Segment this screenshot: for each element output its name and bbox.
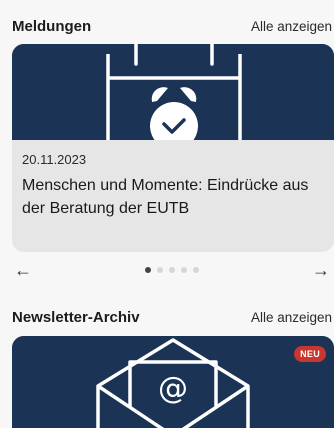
svg-text:@: @ [158,371,188,406]
newsletter-title: Newsletter-Archiv [12,308,140,326]
meldungen-show-all-link[interactable]: Alle anzeigen [251,19,332,34]
newsletter-show-all-link[interactable]: Alle anzeigen [251,310,332,325]
pager-dot[interactable] [193,267,199,273]
meldungen-card-title: Menschen und Momente: Eindrücke aus der … [22,177,309,217]
meldungen-card[interactable]: 20.11.2023 Menschen und Momente: Eindrüc… [12,44,334,252]
pager-dot[interactable] [181,267,187,273]
meldungen-title: Meldungen [12,17,92,35]
newsletter-card-image: @ NEU [12,336,334,428]
meldungen-card-date: 20.11.2023 [22,152,87,167]
pager-dot[interactable] [157,267,163,273]
pager-dot[interactable] [169,267,175,273]
pager-dots [145,267,199,273]
email-envelope-icon: @ [12,336,334,428]
pager-dot[interactable] [145,267,151,273]
meldungen-pager: ← → [12,258,332,282]
page: Meldungen Alle anzeigen 20.11.2023 Mensc… [0,0,334,428]
alarm-clock-calendar-icon [12,44,334,150]
arrow-right-icon[interactable]: → [310,260,332,281]
newsletter-card[interactable]: @ NEU [12,336,334,428]
meldungen-card-image [12,44,334,150]
arrow-left-icon[interactable]: ← [12,260,34,281]
meldungen-header: Meldungen Alle anzeigen [12,14,332,38]
newsletter-header: Newsletter-Archiv Alle anzeigen [12,305,332,329]
meldungen-card-body: 20.11.2023 Menschen und Momente: Eindrüc… [12,140,334,232]
new-badge: NEU [294,346,326,362]
